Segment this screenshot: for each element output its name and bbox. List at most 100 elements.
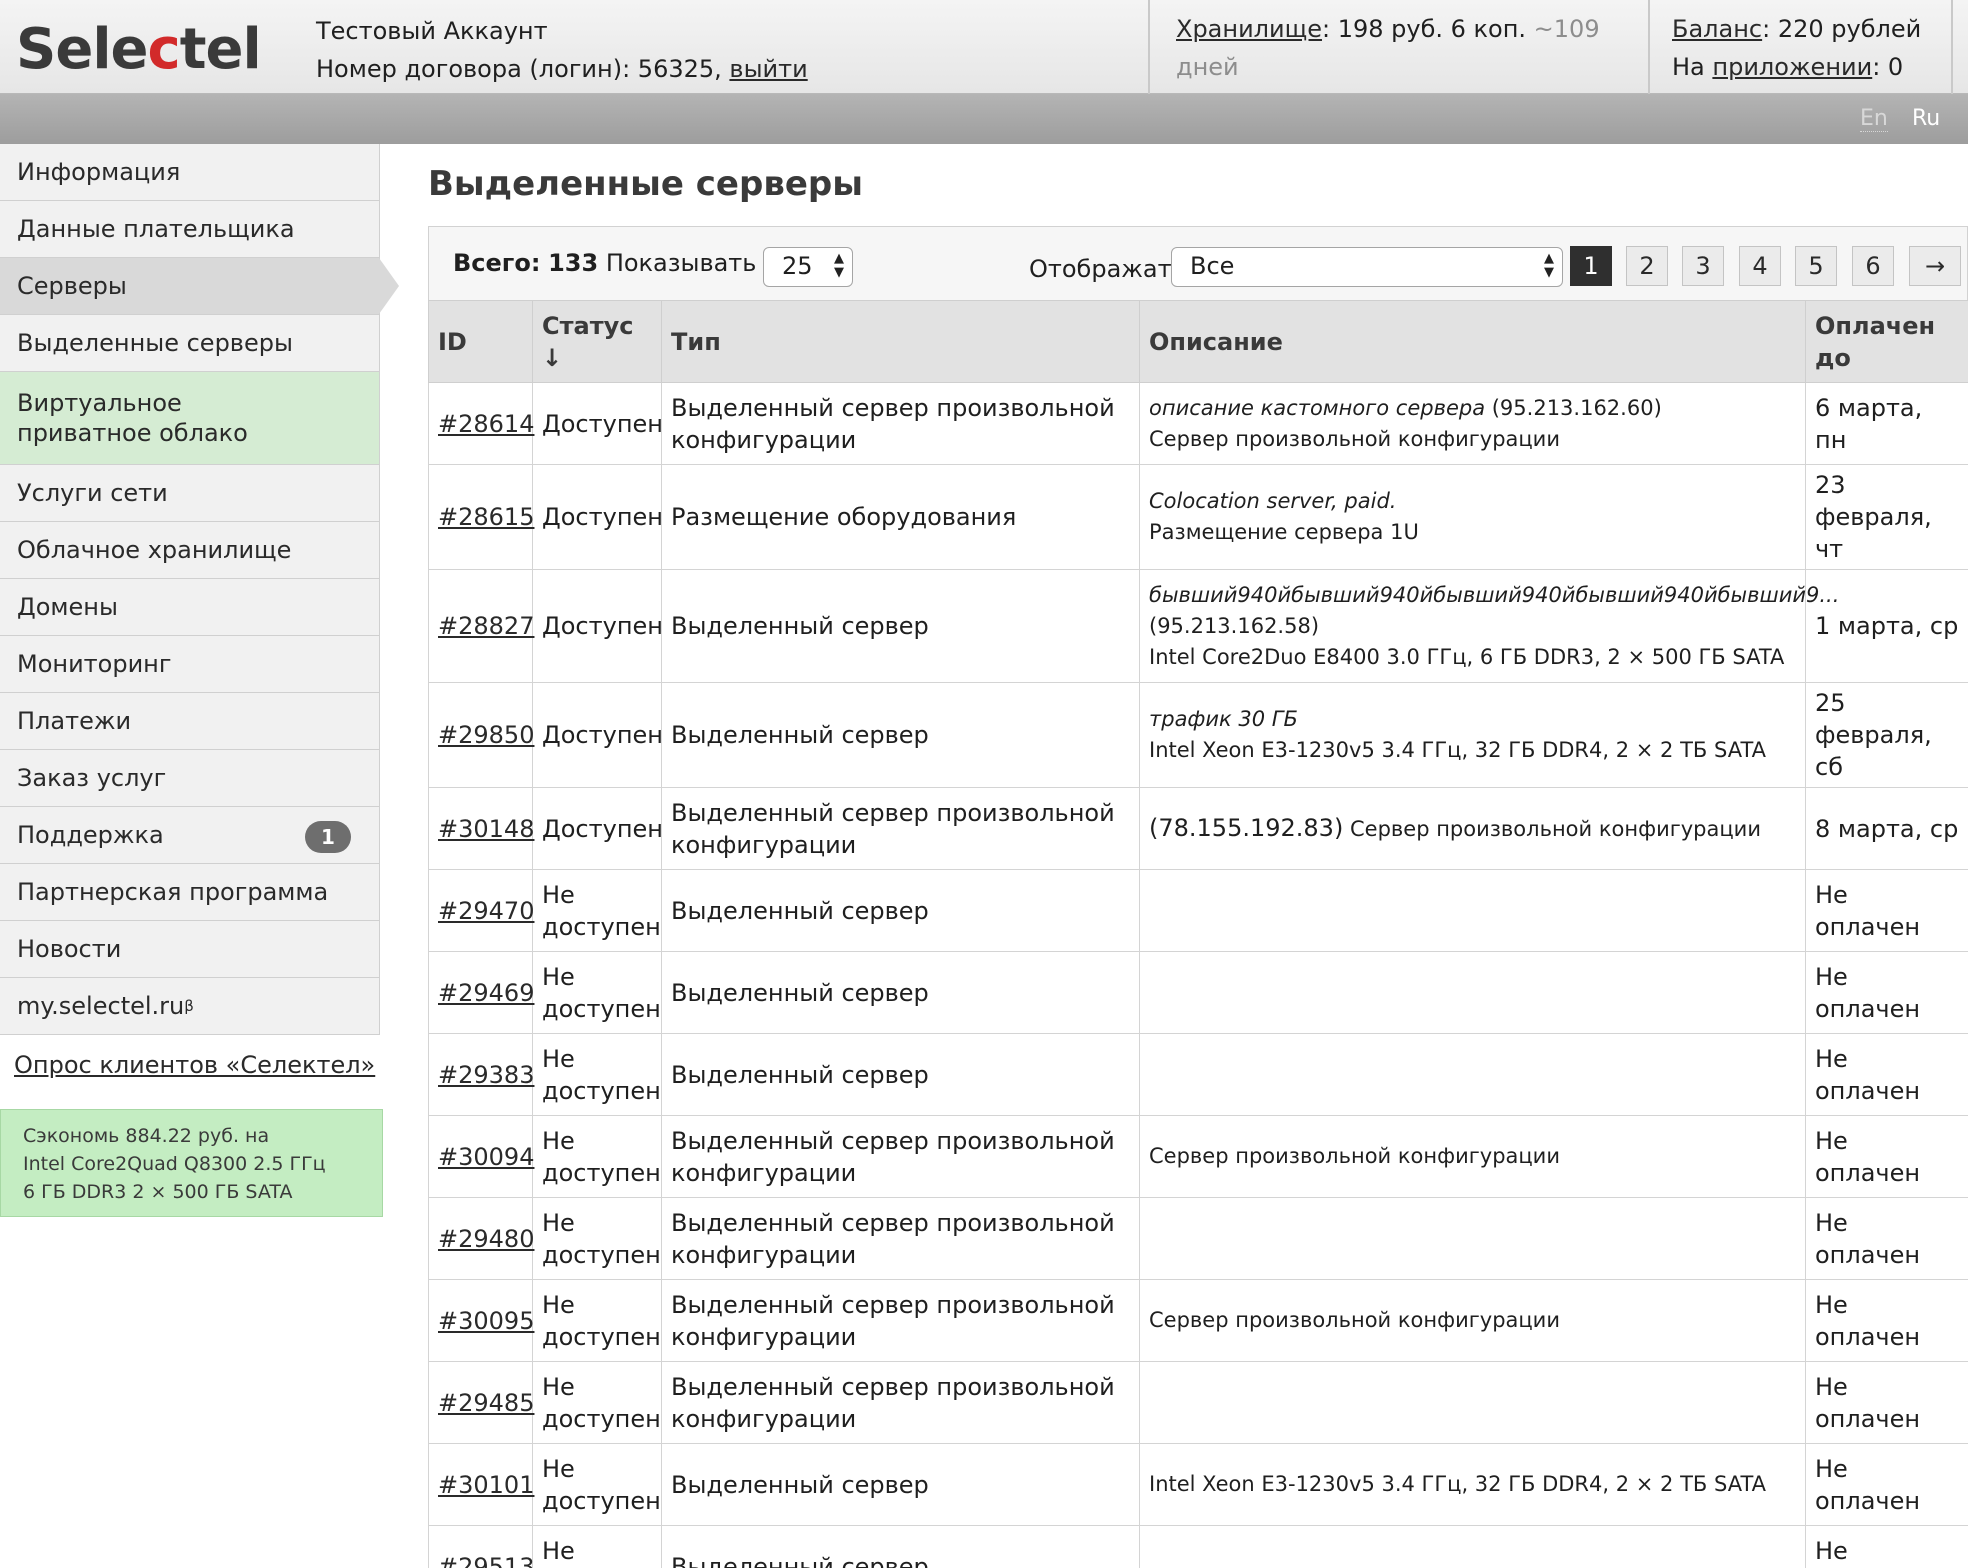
server-status: Доступен	[532, 464, 663, 570]
page-1[interactable]: 1	[1570, 246, 1612, 286]
apps-link[interactable]: приложении	[1712, 53, 1872, 81]
server-status: Не доступен	[532, 1525, 662, 1568]
server-id-link[interactable]: #29513	[438, 1553, 534, 1568]
column-status[interactable]: Статус ↓	[532, 300, 662, 383]
select-arrows-icon: ▲ ▼	[1544, 251, 1554, 280]
server-type: Выделенный сервер	[661, 1443, 1140, 1526]
server-id-cell: #30148	[428, 787, 534, 870]
storage-box: Хранилище: 198 руб. 6 коп. ~109 дней	[1148, 0, 1648, 94]
server-status: Доступен	[532, 682, 663, 788]
balance-link[interactable]: Баланс	[1672, 15, 1762, 43]
account-name: Тестовый Аккаунт	[316, 17, 548, 45]
page-6[interactable]: 6	[1852, 246, 1894, 286]
server-id-link[interactable]: #28614	[438, 410, 534, 438]
sidebar-item-cloud-storage[interactable]: Облачное хранилище	[0, 522, 380, 579]
description-text: Intel Xeon E3-1230v5 3.4 ГГц, 32 ГБ DDR4…	[1149, 738, 1767, 762]
table-row: #30094 Не доступен Выделенный сервер произ…	[428, 1115, 1968, 1198]
server-type: Выделенный сервер	[661, 569, 1140, 683]
server-status: Не доступен	[532, 1361, 662, 1444]
storage-value: : 198 руб. 6 коп.	[1321, 15, 1527, 43]
server-type: Выделенный сервер	[661, 682, 1140, 788]
support-count-badge: 1	[305, 821, 351, 853]
server-status: Доступен	[532, 569, 663, 683]
server-id-link[interactable]: #28827	[438, 612, 534, 640]
server-status: Доступен	[532, 787, 663, 870]
sidebar-item-domains[interactable]: Домены	[0, 579, 380, 636]
server-id-link[interactable]: #28615	[438, 503, 534, 531]
server-status: Не доступен	[532, 1279, 662, 1362]
server-status: Не доступен	[532, 1033, 662, 1116]
table-row: #29485 Не доступен Выделенный сервер произ…	[428, 1361, 1968, 1444]
lang-en-link[interactable]: En	[1860, 106, 1888, 132]
page-2[interactable]: 2	[1626, 246, 1668, 286]
sidebar-item-partner[interactable]: Партнерская программа	[0, 864, 380, 921]
sidebar-item-servers[interactable]: Серверы	[0, 258, 399, 315]
server-type: Размещение оборудования	[661, 464, 1140, 570]
storage-link[interactable]: Хранилище	[1176, 15, 1322, 43]
page-3[interactable]: 3	[1682, 246, 1724, 286]
table-row: #28615 Доступен Размещение оборудования Col…	[428, 464, 1968, 570]
sidebar-item-monitoring[interactable]: Мониторинг	[0, 636, 380, 693]
next-page-button[interactable]: →	[1909, 246, 1961, 286]
server-id-cell: #29850	[428, 682, 534, 788]
server-id-cell: #29480	[428, 1197, 534, 1280]
sidebar-item-payments[interactable]: Платежи	[0, 693, 380, 750]
server-id-link[interactable]: #29850	[438, 721, 534, 749]
table-row: #29470 Не доступен Выделенный сервер Не опл…	[428, 869, 1968, 952]
table-row: #29850 Доступен Выделенный сервер трафик 30…	[428, 682, 1968, 788]
page-5[interactable]: 5	[1795, 246, 1837, 286]
paid-until: Не оплачен	[1805, 1279, 1968, 1362]
server-id-link[interactable]: #29469	[438, 979, 534, 1007]
server-id-link[interactable]: #30094	[438, 1143, 534, 1171]
table-toolbar: Всего: 133 Показывать по 25 ▲ ▼ Отображат…	[428, 226, 1968, 302]
server-type: Выделенный сервер произвольной конфигура…	[661, 1115, 1140, 1198]
sidebar-item-network[interactable]: Услуги сети	[0, 465, 380, 522]
selectel-logo[interactable]: Selectel	[16, 20, 262, 80]
server-description: бывший940йбывший940йбывший940йбывший940й…	[1139, 569, 1839, 683]
server-description: трафик 30 ГБ Intel Xeon E3-1230v5 3.4 ГГц…	[1139, 682, 1806, 788]
paid-until: 8 марта, ср	[1805, 787, 1968, 870]
server-id-cell: #29469	[428, 951, 534, 1034]
server-id-link[interactable]: #30148	[438, 815, 534, 843]
server-type: Выделенный сервер произвольной конфигура…	[661, 1197, 1140, 1280]
total-count: Всего: 133 Показывать по	[453, 249, 795, 277]
per-page-select[interactable]: 25 ▲ ▼	[763, 247, 853, 287]
server-description: (78.155.192.83) Сервер произвольной конф…	[1139, 787, 1806, 870]
server-description	[1139, 1033, 1806, 1116]
sidebar-item-my-selectel[interactable]: my.selectel.ru β	[0, 978, 380, 1035]
server-id-link[interactable]: #30095	[438, 1307, 534, 1335]
server-id-link[interactable]: #29470	[438, 897, 534, 925]
column-paid-until[interactable]: Оплачен до	[1805, 300, 1968, 383]
server-type: Выделенный сервер произвольной конфигура…	[661, 1361, 1140, 1444]
description-italic: бывший940йбывший940йбывший940йбывший940й…	[1149, 582, 1840, 607]
sidebar-item-support[interactable]: Поддержка 1	[0, 807, 380, 864]
sidebar-item-dedicated-servers[interactable]: Выделенные серверы	[0, 315, 380, 372]
page-title: Выделенные серверы	[428, 164, 863, 204]
page-4[interactable]: 4	[1739, 246, 1781, 286]
promo-box[interactable]: Сэкономь 884.22 руб. на Intel Core2Quad …	[0, 1109, 383, 1217]
paid-until: 25 февраля, сб	[1805, 682, 1968, 788]
sidebar-item-payer-data[interactable]: Данные плательщика	[0, 201, 380, 258]
sidebar-item-info[interactable]: Информация	[0, 144, 380, 201]
server-id-link[interactable]: #29383	[438, 1061, 534, 1089]
server-id-link[interactable]: #29480	[438, 1225, 534, 1253]
column-description[interactable]: Описание	[1139, 300, 1806, 383]
top-bar: Selectel Тестовый Аккаунт Номер договора…	[0, 0, 1968, 119]
server-id-link[interactable]: #30101	[438, 1471, 534, 1499]
lang-ru-link[interactable]: Ru	[1912, 106, 1940, 131]
server-id-link[interactable]: #29485	[438, 1389, 534, 1417]
sidebar-item-vpc[interactable]: Виртуальное приватное облако	[0, 372, 380, 465]
balance-box: Баланс: 220 рублей На приложении: 0 рубл…	[1648, 0, 1953, 119]
sidebar-item-news[interactable]: Новости	[0, 921, 380, 978]
column-type[interactable]: Тип	[661, 300, 1140, 383]
survey-link[interactable]: Опрос клиентов «Селектел»	[14, 1051, 380, 1079]
status-filter-select[interactable]: Все ▲ ▼	[1171, 247, 1563, 287]
server-type: Выделенный сервер произвольной конфигура…	[661, 1279, 1140, 1362]
sidebar-item-order[interactable]: Заказ услуг	[0, 750, 380, 807]
server-description: Сервер произвольной конфигурации	[1139, 1115, 1806, 1198]
server-description	[1139, 1197, 1806, 1280]
column-id[interactable]: ID	[428, 300, 533, 383]
sidebar: Информация Данные плательщика Серверы Вы…	[0, 144, 399, 1217]
server-id-cell: #30101	[428, 1443, 534, 1526]
logout-link[interactable]: выйти	[729, 55, 807, 83]
